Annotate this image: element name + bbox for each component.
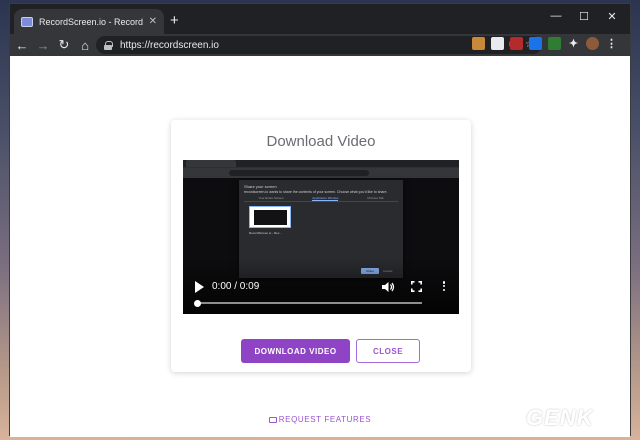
watermark-accent: K [576, 405, 594, 430]
extensions-puzzle-icon[interactable]: ✦ [567, 37, 580, 50]
dialog-window-label: RecordScreen.io - Rec... [249, 231, 282, 235]
volume-icon[interactable] [381, 280, 395, 294]
extension-mail-icon[interactable] [472, 37, 485, 50]
browser-toolbar: ← → ↻ ⌂ https://recordscreen.io ■ ☆ ✦ ⋮ [10, 34, 630, 56]
dialog-tabs: Your Entire Screen Application Window Ch… [244, 196, 398, 202]
dialog-tab-chrome-tab: Chrome Tab [367, 196, 384, 200]
reload-icon[interactable]: ↻ [55, 36, 73, 54]
play-icon[interactable] [195, 281, 204, 293]
video-controls: 0:00 / 0:09 [183, 278, 459, 296]
back-icon[interactable]: ← [13, 36, 31, 54]
new-tab-button[interactable]: + [170, 12, 179, 29]
fullscreen-icon[interactable] [411, 281, 422, 292]
download-video-button[interactable]: DOWNLOAD VIDEO [241, 339, 350, 363]
extensions-area: ✦ ⋮ [472, 37, 618, 50]
seek-bar[interactable] [194, 299, 422, 307]
browser-window: RecordScreen.io - Record your sc ✕ + — ☐… [9, 3, 631, 437]
download-card: Download Video Share your screen records… [171, 120, 471, 372]
tab-recordscreen[interactable]: RecordScreen.io - Record your sc ✕ [14, 9, 164, 34]
extension-green-icon[interactable] [548, 37, 561, 50]
url-text: https://recordscreen.io [120, 39, 219, 51]
dialog-window-thumbnail [249, 206, 291, 228]
close-window-button[interactable]: ✕ [598, 8, 626, 24]
video-frame-browser [183, 160, 459, 178]
dialog-title: Share your screen [244, 184, 277, 189]
close-button[interactable]: CLOSE [356, 339, 420, 363]
menu-icon[interactable]: ⋮ [605, 37, 618, 50]
request-features-link[interactable]: REQUEST FEATURES [279, 415, 371, 424]
extension-j-icon[interactable] [529, 37, 542, 50]
video-player[interactable]: Share your screen recordscreen.io wants … [183, 160, 459, 314]
video-time: 0:00 / 0:09 [212, 281, 260, 292]
dialog-tab-application-window: Application Window [312, 196, 339, 201]
dialog-tab-entire-screen: Your Entire Screen [258, 196, 284, 200]
comment-icon [268, 417, 277, 423]
minimize-button[interactable]: — [542, 8, 570, 24]
favicon-icon [21, 16, 33, 27]
tab-title: RecordScreen.io - Record your sc [39, 16, 145, 27]
lock-icon[interactable] [104, 40, 113, 50]
window-controls: — ☐ ✕ [542, 8, 626, 24]
seek-handle[interactable] [194, 299, 201, 307]
profile-avatar[interactable] [586, 37, 599, 50]
extension-qr-icon[interactable] [491, 37, 504, 50]
dialog-description: recordscreen.io wants to share the conte… [244, 190, 388, 194]
watermark-logo: GENK [526, 405, 594, 431]
more-options-icon[interactable] [441, 280, 447, 294]
card-title: Download Video [266, 133, 376, 150]
forward-icon[interactable]: → [34, 36, 52, 54]
watermark-text: GEN [526, 405, 577, 430]
maximize-button[interactable]: ☐ [570, 8, 598, 24]
tab-close-icon[interactable]: ✕ [149, 16, 157, 27]
tab-strip: RecordScreen.io - Record your sc ✕ + — ☐… [10, 4, 630, 34]
page-content: Download Video Share your screen records… [10, 56, 630, 437]
home-icon[interactable]: ⌂ [76, 36, 94, 54]
extension-ublock-icon[interactable] [510, 37, 523, 50]
